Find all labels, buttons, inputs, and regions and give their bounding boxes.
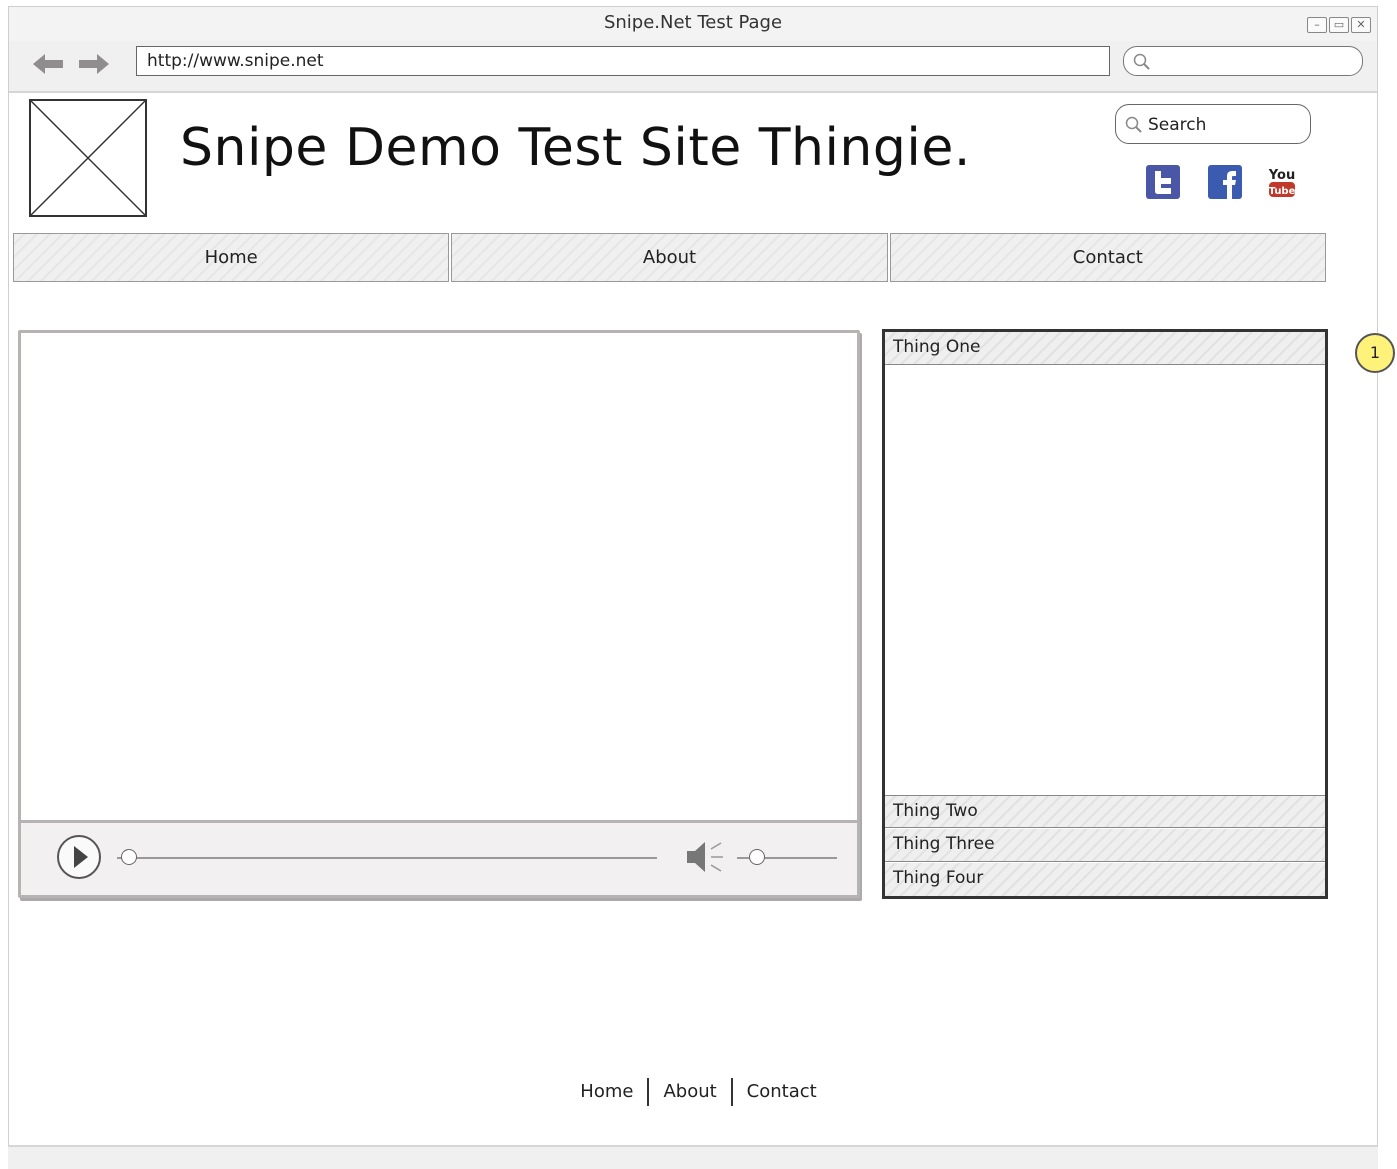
search-icon [1133, 53, 1150, 70]
nav-contact-tab[interactable]: Contact [889, 233, 1326, 282]
browser-search-input[interactable] [1123, 46, 1363, 76]
youtube-icon[interactable]: You Tube [1263, 163, 1301, 201]
seek-bar[interactable] [117, 857, 657, 859]
play-icon[interactable] [55, 833, 103, 881]
speaker-icon[interactable] [685, 839, 729, 875]
footer-navigation: Home About Contact [0, 1078, 1397, 1106]
window-title: Snipe.Net Test Page [603, 12, 783, 33]
facebook-icon[interactable] [1206, 163, 1244, 201]
footer-home-link[interactable]: Home [566, 1081, 647, 1102]
annotation-badge: 1 [1355, 333, 1395, 373]
browser-toolbar: http://www.snipe.net [9, 41, 1377, 93]
main-navigation: Home About Contact [13, 233, 1326, 282]
video-controls [21, 820, 857, 895]
search-icon [1125, 116, 1142, 133]
footer-contact-link[interactable]: Contact [733, 1081, 831, 1102]
svg-text:Tube: Tube [1269, 186, 1296, 197]
video-player[interactable] [18, 330, 860, 898]
maximize-icon[interactable]: ▭ [1329, 17, 1349, 33]
svg-text:You: You [1268, 168, 1295, 183]
forward-button[interactable] [77, 49, 111, 79]
site-search-input[interactable] [1146, 111, 1300, 139]
arrow-left-icon [33, 54, 63, 74]
nav-about-tab[interactable]: About [451, 233, 888, 282]
window-controls: – ▭ ✕ [1307, 17, 1371, 33]
arrow-right-icon [79, 54, 109, 74]
site-search-box[interactable] [1115, 104, 1311, 144]
accordion-item-thing-three[interactable]: Thing Three [885, 829, 1325, 862]
minimize-icon[interactable]: – [1307, 17, 1327, 33]
address-bar[interactable]: http://www.snipe.net [136, 46, 1110, 76]
accordion-item-thing-two[interactable]: Thing Two [885, 795, 1325, 828]
close-icon[interactable]: ✕ [1351, 17, 1371, 33]
volume-handle[interactable] [749, 849, 765, 865]
site-title: Snipe Demo Test Site Thingie. [180, 118, 971, 178]
title-bar: Snipe.Net Test Page – ▭ ✕ [9, 7, 1377, 41]
accordion-item-thing-one[interactable]: Thing One [885, 332, 1325, 365]
logo-placeholder-image [29, 99, 147, 217]
accordion-item-thing-four[interactable]: Thing Four [885, 863, 1325, 896]
status-bar [8, 1145, 1378, 1169]
footer-about-link[interactable]: About [649, 1081, 730, 1102]
twitter-icon[interactable] [1144, 163, 1182, 201]
nav-home-tab[interactable]: Home [13, 233, 450, 282]
back-button[interactable] [31, 49, 65, 79]
seek-handle[interactable] [121, 849, 137, 865]
accordion: Thing One Thing Two Thing Three Thing Fo… [882, 329, 1328, 899]
